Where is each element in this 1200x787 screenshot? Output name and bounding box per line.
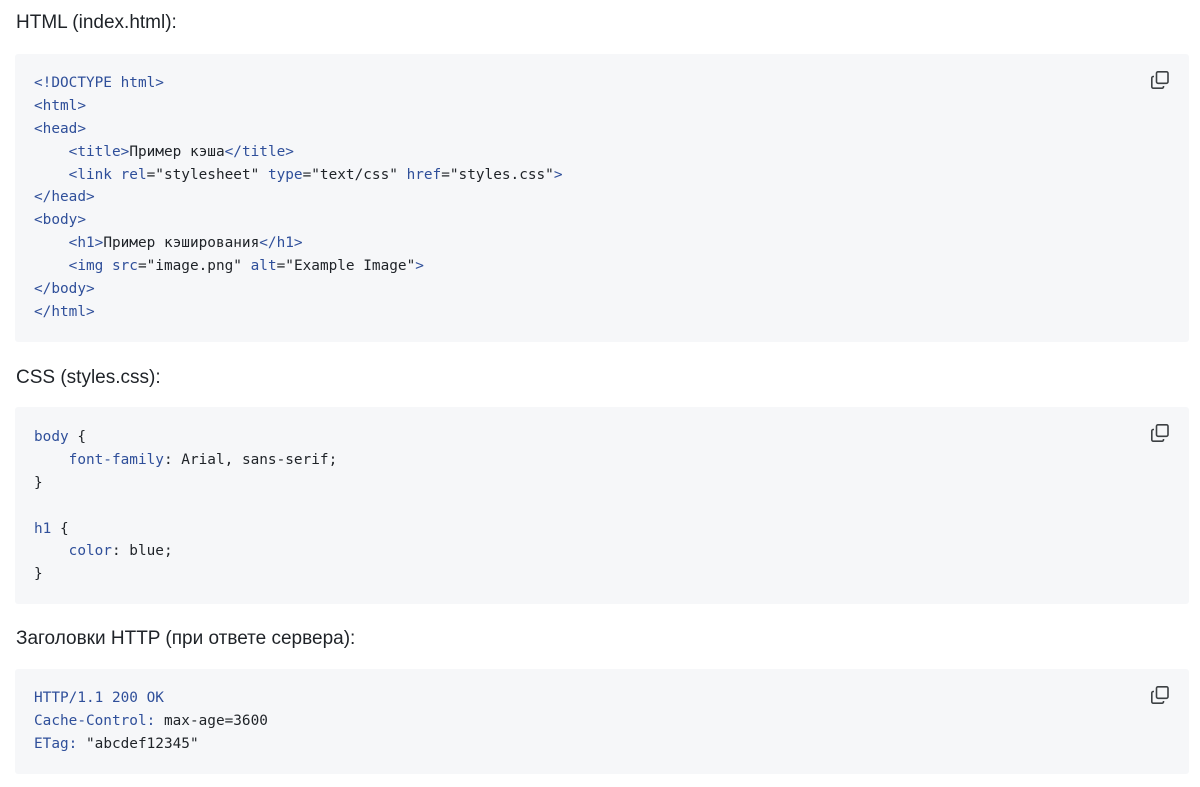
code-token-plain: } [34,474,43,491]
code-token-plain: ="image.png" [137,258,251,275]
code-line: font-family: Arial, sans-serif; [34,449,338,472]
code-token-tag: <body> [34,212,86,229]
code-line: <link rel="stylesheet" type="text/css" h… [34,164,563,187]
code-token-kw: font-family [68,451,164,468]
code-line: </head> [34,186,563,209]
code-token-kw: color [68,543,112,560]
code-line: body { [34,426,337,449]
code-token-plain: } [34,566,43,583]
code-token-plain: ="styles.css" [441,166,554,183]
code-token-plain: "abcdef12345" [77,735,199,752]
code-line: <!DOCTYPE html> [34,72,563,95]
code-content-css: body { font-family: Arial, sans-serif;} h… [34,426,337,586]
code-token-attr: href [406,166,442,183]
code-block-html: <!DOCTYPE html> <html> <head> <title>Приме… [15,54,1189,342]
copy-button-html[interactable] [1149,69,1171,91]
code-token-attr: src [111,258,138,275]
code-content-html: <!DOCTYPE html> <html> <head> <title>Приме… [34,72,563,324]
code-token-attr: type [267,166,303,183]
copy-icon [1150,423,1170,443]
code-line: </body> [34,278,563,301]
code-line: <html> [34,95,563,118]
copy-icon [1150,685,1170,705]
code-block-css: body { font-family: Arial, sans-serif;} h… [15,407,1189,604]
code-line: color: blue; [34,540,337,563]
code-line: HTTP/1.1 200 OK [34,687,268,710]
code-token-kw: ETag: [34,735,78,752]
code-token-tag: > [553,166,563,183]
code-token-plain: Пример кэширования [103,235,260,252]
code-token-kw: HTTP/1.1 200 OK [34,690,164,706]
code-line: <body> [34,209,563,232]
section-heading-html: HTML (index.html): [16,12,177,33]
code-token-plain: : blue; [111,543,173,560]
code-token-kw: Cache-Control: [34,712,156,729]
code-token-tag: </body> [34,281,95,298]
code-line: Cache-Control: max-age=3600 [34,710,268,733]
code-token-kw: body [34,429,69,445]
code-token-tag: <h1> [68,235,104,252]
code-token-plain: : Arial, sans-serif; [163,451,338,468]
code-line: <h1>Пример кэширования</h1> [34,232,563,255]
code-token-tag: <head> [34,120,86,137]
code-token-tag: <img [68,258,112,275]
copy-button-http[interactable] [1149,684,1171,706]
code-token-tag: </h1> [259,235,303,252]
code-token-plain: ="stylesheet" [146,166,268,183]
code-line: } [34,472,337,495]
code-token-tag: </title> [224,143,294,160]
code-token-attr: rel [120,166,147,183]
code-token-tag: <title> [68,143,130,160]
code-line: </html> [34,301,563,324]
code-line: <img src="image.png" alt="Example Image"… [34,255,563,278]
code-token-tag: <!DOCTYPE html> [34,75,164,91]
code-content-http: HTTP/1.1 200 OK Cache-Control: max-age=36… [34,687,268,756]
code-token-plain: ="Example Image" [276,258,416,275]
section-heading-http: Заголовки HTTP (при ответе сервера): [16,628,356,649]
code-token-plain: Пример кэша [129,143,225,160]
code-token-plain: { [68,429,86,445]
code-token-tag: </head> [34,189,95,206]
code-token-attr: alt [250,258,277,275]
code-line: } [34,563,337,586]
code-token-tag: <link [68,166,121,183]
code-line: ETag: "abcdef12345" [34,733,268,756]
code-token-plain: max-age=3600 [155,712,268,729]
code-token-plain: ="text/css" [302,166,407,183]
code-line: <title>Пример кэша</title> [34,141,563,164]
code-line: <head> [34,118,563,141]
code-token-tag: > [415,258,424,275]
code-line: h1 { [34,518,337,541]
copy-icon [1150,70,1170,90]
copy-button-css[interactable] [1149,422,1171,444]
code-token-tag: <html> [34,97,86,114]
code-token-kw: h1 [34,520,52,537]
code-token-plain: { [51,520,69,537]
code-token-tag: </html> [34,303,95,320]
code-block-http: HTTP/1.1 200 OK Cache-Control: max-age=36… [15,669,1189,774]
section-heading-css: CSS (styles.css): [16,367,161,388]
